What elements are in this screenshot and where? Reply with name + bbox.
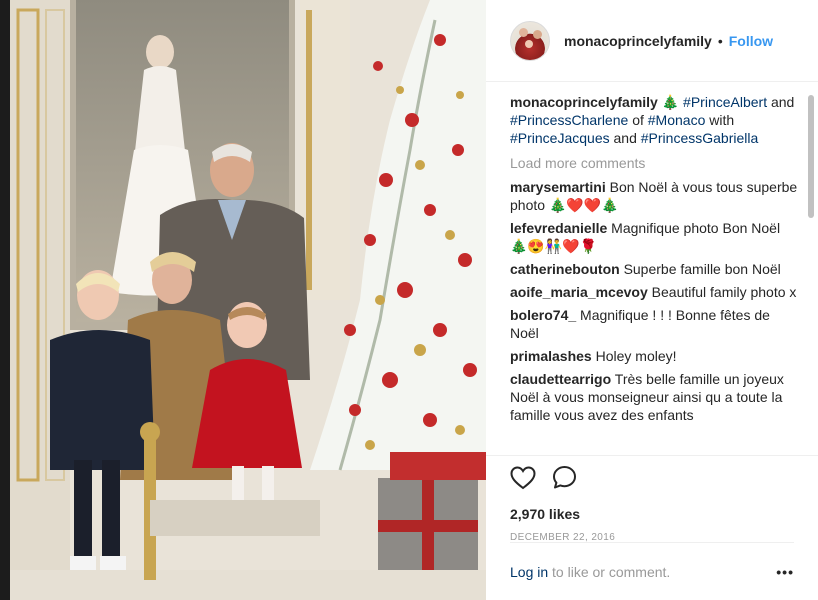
comment-username[interactable]: marysemartini [510,179,606,195]
post-photo[interactable] [10,0,486,600]
likes-count[interactable]: 2,970 likes [510,506,794,522]
ellipsis-icon[interactable]: ••• [776,564,794,580]
login-prompt: Log in to like or comment. ••• [510,542,794,600]
comment-item: aoife_maria_mcevoy Beautiful family phot… [510,283,798,301]
comment-bubble-icon[interactable] [552,465,577,495]
caption-text: of [632,112,644,128]
action-icons-row [510,465,794,495]
page-frame: monacoprincelyfamily • Follow monacoprin… [0,0,818,600]
login-suffix: to like or comment. [552,563,671,580]
comment-item: bolero74_ Magnifique ! ! ! Bonne fêtes d… [510,306,798,342]
comment-username[interactable]: aoife_maria_mcevoy [510,284,648,300]
header-username[interactable]: monacoprincelyfamily [564,33,712,49]
post-details-panel: monacoprincelyfamily • Follow monacoprin… [486,0,818,600]
comment-text: Magnifique photo Bon Noël [611,220,781,236]
caption-text: with [709,112,735,128]
hashtag-princess-charlene[interactable]: #PrincessCharlene [510,112,628,128]
comment-text: Beautiful family photo x [651,284,797,300]
comment-username[interactable]: claudettearrigo [510,371,611,387]
caption-tree-emoji: 🎄 [661,94,680,110]
caption-text: and [770,94,795,110]
family-christmas-photo [10,0,486,600]
comment-item: claudettearrigo Très belle famille un jo… [510,370,798,424]
login-prompt-text: Log in to like or comment. [510,564,670,580]
hashtag-prince-jacques[interactable]: #PrinceJacques [510,130,610,146]
comment-item: catherinebouton Superbe famille bon Noël [510,260,798,278]
comment-item: marysemartini Bon Noël à vous tous super… [510,178,798,214]
comment-username[interactable]: primalashes [510,348,592,364]
post-header: monacoprincelyfamily • Follow [486,0,818,82]
comment-username[interactable]: catherinebouton [510,261,620,277]
comments-list[interactable]: monacoprincelyfamily 🎄 #PrinceAlbert and… [486,83,808,453]
comment-text: Holey moley! [595,348,677,364]
caption-text: and [613,130,637,146]
hashtag-monaco[interactable]: #Monaco [648,112,706,128]
heart-icon[interactable] [510,465,536,495]
comment-username[interactable]: lefevredanielle [510,220,607,236]
follow-button[interactable]: Follow [729,33,773,49]
login-link[interactable]: Log in [510,564,548,580]
comment-username[interactable]: bolero74_ [510,307,576,323]
header-separator: • [717,32,723,49]
post-caption: monacoprincelyfamily 🎄 #PrinceAlbert and… [510,93,798,147]
hashtag-prince-albert[interactable]: #PrinceAlbert [683,94,767,110]
hashtag-princess-gabriella[interactable]: #PrincessGabriella [641,130,759,146]
comment-emoji: 🎄😍👫❤️🌹 [510,238,598,254]
load-more-comments[interactable]: Load more comments [510,155,798,171]
comment-item: lefevredanielle Magnifique photo Bon Noë… [510,219,798,255]
comment-item: primalashes Holey moley! [510,347,798,365]
comment-emoji: 🎄❤️❤️🎄 [548,197,619,213]
profile-avatar[interactable] [510,20,550,61]
comments-scrollbar[interactable] [808,95,814,218]
comment-text: Superbe famille bon Noël [623,261,781,277]
caption-username[interactable]: monacoprincelyfamily [510,94,658,110]
